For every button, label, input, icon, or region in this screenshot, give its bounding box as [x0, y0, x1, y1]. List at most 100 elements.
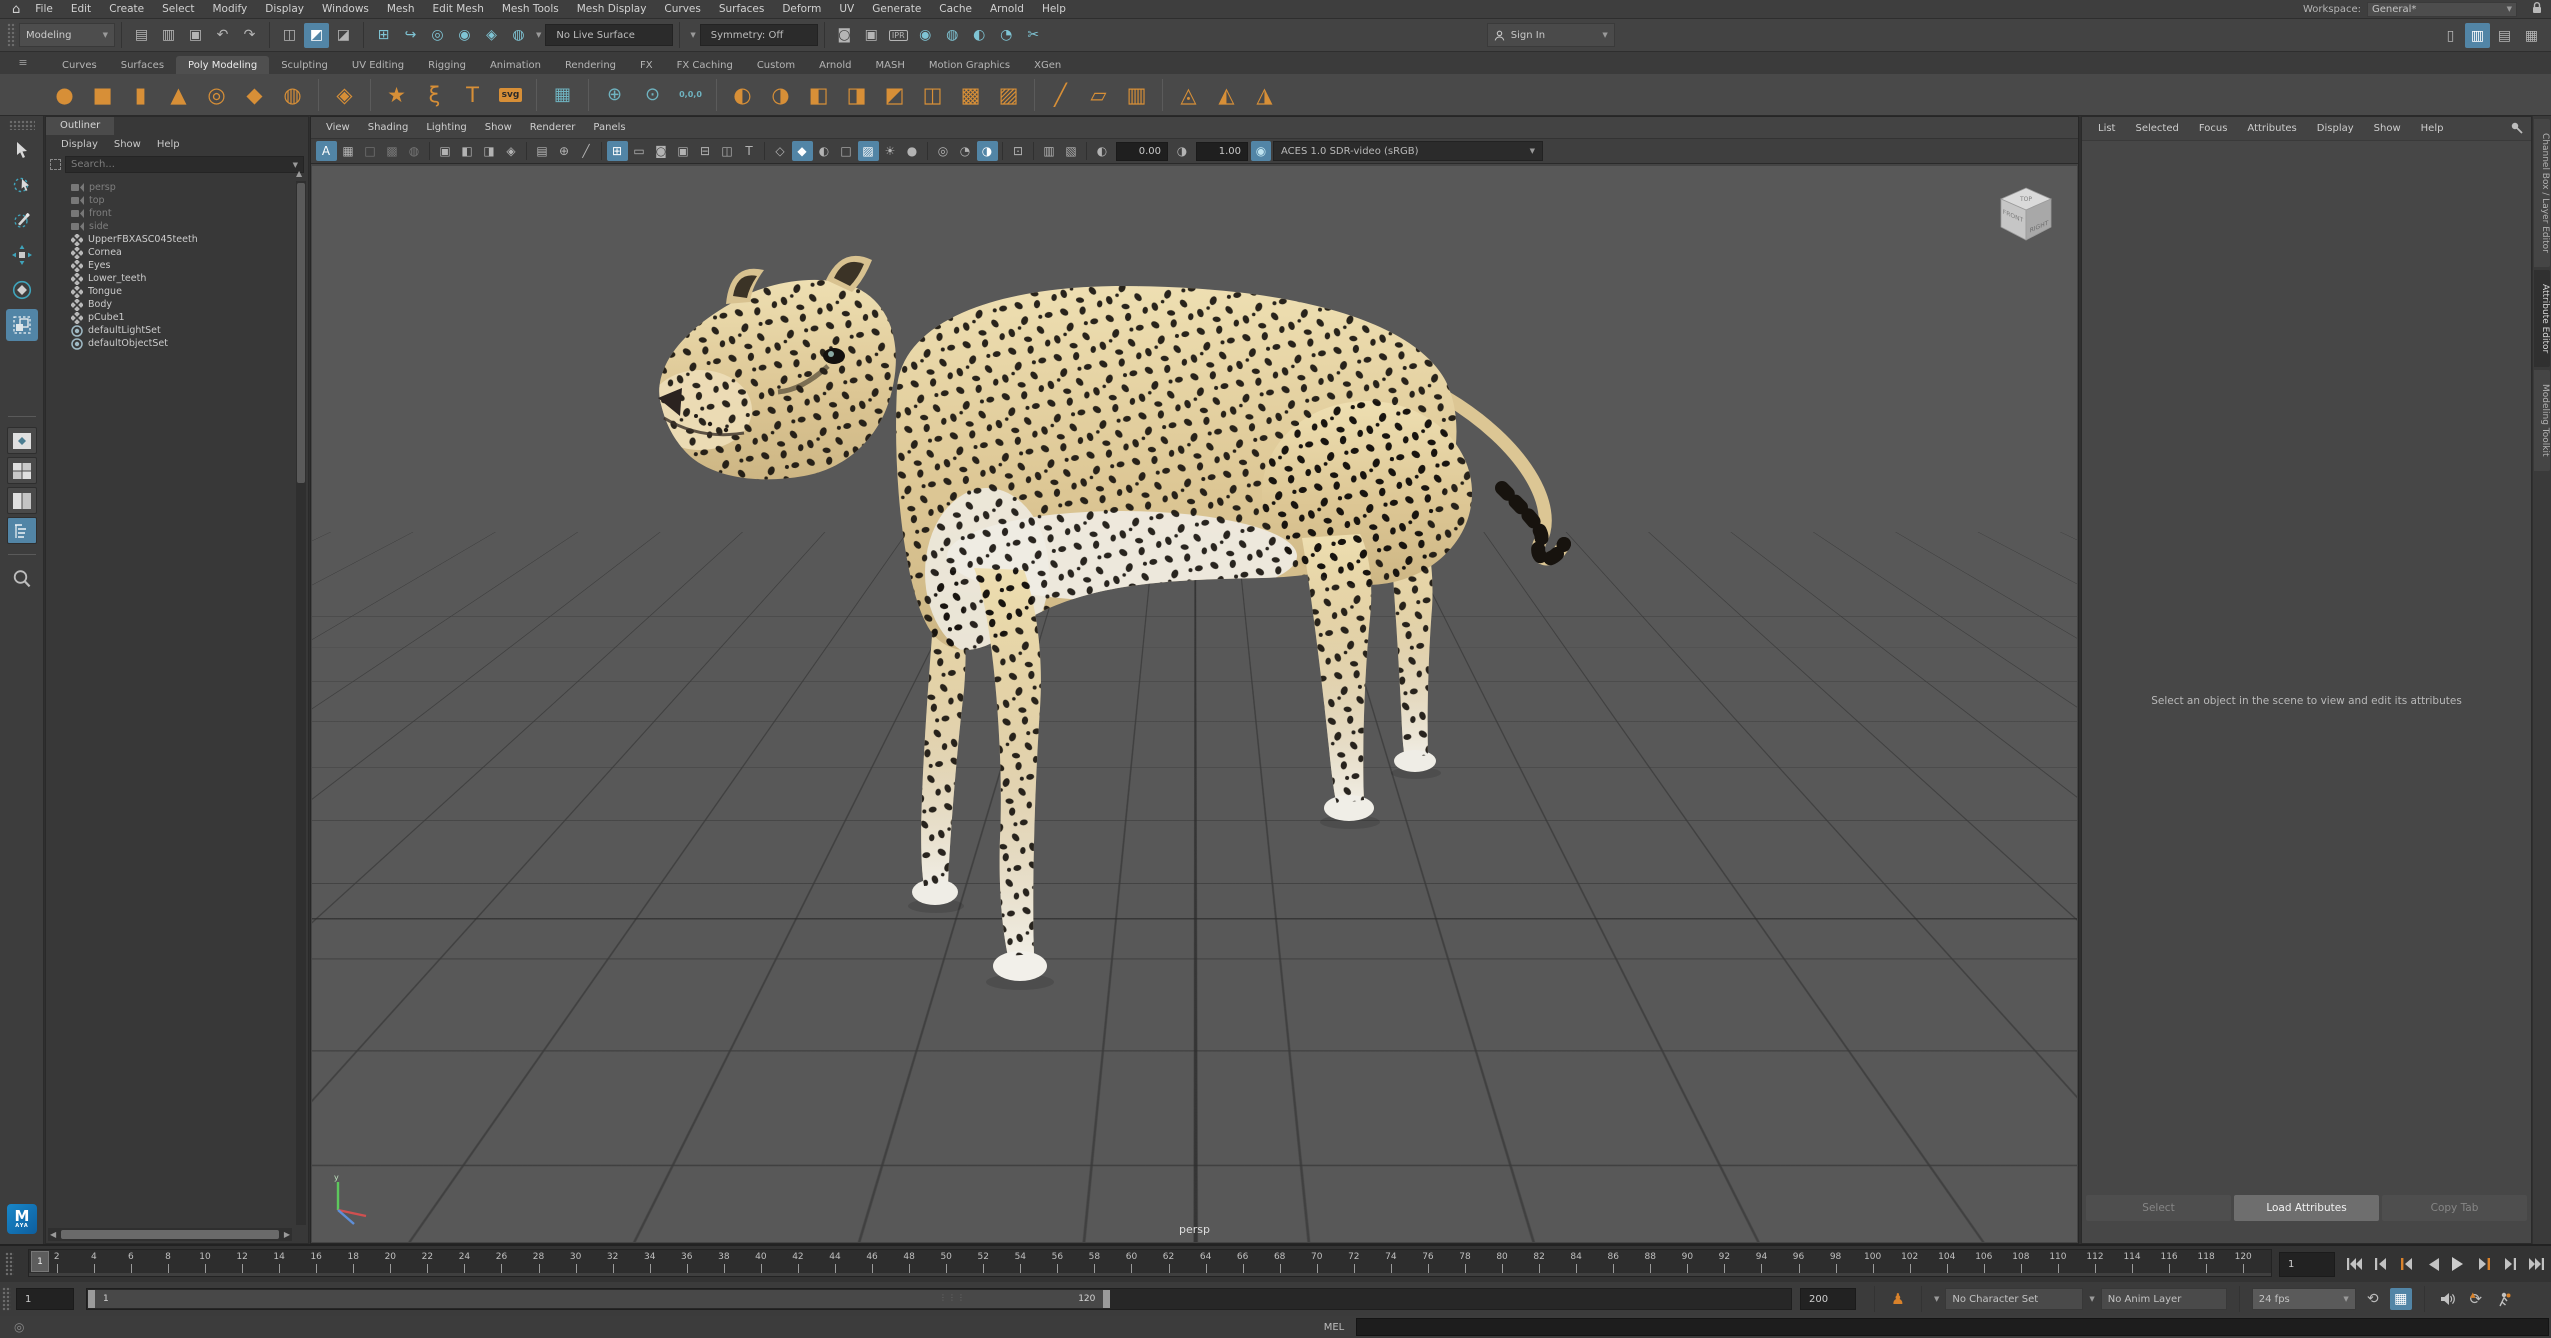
smooth-shade-icon[interactable]: ◆ — [792, 141, 813, 161]
outliner-vertical-scrollbar[interactable]: ▲ — [296, 181, 306, 1225]
outliner-item-defaultlightset[interactable]: defaultLightSet — [47, 324, 294, 337]
isolate-select-icon[interactable]: ⊡ — [1008, 141, 1029, 161]
snap-to-curve-icon[interactable]: ↪ — [398, 23, 423, 48]
ipr-render-icon[interactable]: IPR — [886, 23, 911, 48]
grease-pencil-icon[interactable]: ╱ — [576, 141, 597, 161]
xray-joints-icon[interactable]: ▧ — [1061, 141, 1082, 161]
shadows-icon[interactable]: ● — [902, 141, 923, 161]
gamma-field[interactable]: 1.00 — [1196, 142, 1248, 161]
chevron-down-icon[interactable]: ▼ — [536, 31, 541, 39]
default-material-icon[interactable]: □ — [360, 141, 381, 161]
scroll-up-icon[interactable]: ▲ — [296, 169, 302, 178]
menu-curves[interactable]: Curves — [655, 0, 709, 18]
single-pane-layout-button[interactable] — [7, 427, 37, 454]
play-forwards-button[interactable] — [2446, 1251, 2471, 1277]
shelf-tab-custom[interactable]: Custom — [745, 56, 807, 74]
outliner-item-cornea[interactable]: Cornea — [47, 246, 294, 259]
bookmark-icon[interactable]: ◈ — [501, 141, 522, 161]
drag-handle[interactable] — [9, 120, 35, 130]
boolean-difference-icon[interactable]: ◑ — [762, 76, 799, 113]
outliner-menu-help[interactable]: Help — [150, 139, 187, 150]
channelbox-toggle-icon[interactable]: ▤ — [2492, 23, 2517, 48]
menu-set-select[interactable]: Modeling ▼ — [19, 23, 115, 47]
xray-icon[interactable]: ▥ — [1039, 141, 1060, 161]
open-render-view-icon[interactable]: ◙ — [832, 23, 857, 48]
modeling-toolkit-icon[interactable]: ▦ — [544, 76, 581, 113]
shelf-tab-surfaces[interactable]: Surfaces — [109, 56, 176, 74]
viewport-menu-shading[interactable]: Shading — [359, 122, 418, 133]
ae-menu-attributes[interactable]: Attributes — [2237, 123, 2306, 134]
menu-mesh-display[interactable]: Mesh Display — [568, 0, 656, 18]
side-tab-attribute-editor[interactable]: Attribute Editor — [2534, 270, 2550, 367]
snap-to-point-icon[interactable]: ◎ — [425, 23, 450, 48]
camera-attributes-icon[interactable]: ◨ — [479, 141, 500, 161]
smooth-icon[interactable]: ▩ — [952, 76, 989, 113]
multi-cut-icon[interactable]: ╱ — [1042, 76, 1079, 113]
shelf-tab-curves[interactable]: Curves — [50, 56, 109, 74]
pin-icon[interactable] — [2510, 121, 2523, 137]
color-management-icon[interactable]: ◉ — [1251, 141, 1271, 161]
screen-space-ao-icon[interactable]: ◎ — [933, 141, 954, 161]
current-frame-field[interactable]: 1 — [2279, 1252, 2335, 1277]
insert-edge-loop-icon[interactable]: ▥ — [1118, 76, 1155, 113]
character-set-key-icon[interactable]: ♟ — [1887, 1288, 1909, 1310]
four-pane-layout-button[interactable] — [7, 457, 37, 484]
workspace-select[interactable]: General* ▼ — [2367, 2, 2517, 17]
ae-menu-selected[interactable]: Selected — [2125, 123, 2188, 134]
menu-cache[interactable]: Cache — [930, 0, 981, 18]
maya-home-icon[interactable]: ⌂ — [6, 2, 26, 17]
bridge-icon[interactable]: ◭ — [1208, 76, 1245, 113]
auto-key-icon[interactable] — [2493, 1288, 2515, 1310]
grid-icon[interactable]: ⊞ — [607, 141, 628, 161]
menu-display[interactable]: Display — [256, 0, 313, 18]
redo-icon[interactable]: ↷ — [237, 23, 262, 48]
scrollbar-thumb[interactable] — [297, 183, 305, 483]
film-gate-icon[interactable]: ▭ — [629, 141, 650, 161]
shelf-tab-arnold[interactable]: Arnold — [807, 56, 863, 74]
shelf-tab-rigging[interactable]: Rigging — [416, 56, 478, 74]
cached-playback-icon[interactable]: ⟳▲ — [2465, 1288, 2487, 1310]
poly-cylinder-icon[interactable]: ▮ — [122, 76, 159, 113]
menu-mesh-tools[interactable]: Mesh Tools — [493, 0, 568, 18]
animation-start-field[interactable]: 1 — [16, 1288, 74, 1310]
range-slider-groove[interactable]: 1 120 ⋮⋮⋮ — [86, 1288, 1792, 1310]
chevron-down-icon[interactable]: ▼ — [1934, 1295, 1939, 1303]
step-forward-frame-button[interactable] — [2498, 1251, 2523, 1277]
field-chart-icon[interactable]: ⊟ — [695, 141, 716, 161]
render-settings-icon[interactable]: ◍ — [940, 23, 965, 48]
shelf-tab-animation[interactable]: Animation — [478, 56, 553, 74]
workspace-lock-icon[interactable] — [2531, 1, 2543, 18]
separate-icon[interactable]: ◨ — [838, 76, 875, 113]
menu-select[interactable]: Select — [153, 0, 203, 18]
help-icon[interactable]: ◎ — [14, 1320, 24, 1334]
resolution-gate-icon[interactable]: ◙ — [651, 141, 672, 161]
outliner-item-upperfbxasc045teeth[interactable]: UpperFBXASC045teeth — [47, 233, 294, 246]
paint-selection-tool[interactable] — [6, 204, 38, 236]
shelf-tab-poly-modeling[interactable]: Poly Modeling — [176, 56, 269, 74]
command-line-input[interactable] — [1356, 1318, 2549, 1336]
poly-cube-icon[interactable]: ■ — [84, 76, 121, 113]
new-scene-icon[interactable]: ▤ — [129, 23, 154, 48]
play-backwards-button[interactable] — [2420, 1251, 2445, 1277]
scale-tool[interactable] — [6, 309, 38, 341]
flat-shade-icon[interactable]: ◐ — [814, 141, 835, 161]
render-sequence-icon[interactable]: ◉ — [913, 23, 938, 48]
outliner-menu-display[interactable]: Display — [54, 139, 105, 150]
outliner-horizontal-scrollbar[interactable]: ◀ ▶ — [48, 1228, 292, 1241]
magnifier-icon[interactable] — [7, 565, 37, 592]
select-button[interactable]: Select — [2086, 1195, 2231, 1221]
viewport-menu-view[interactable]: View — [317, 122, 359, 133]
outliner-item-tongue[interactable]: Tongue — [47, 285, 294, 298]
menu-surfaces[interactable]: Surfaces — [710, 0, 773, 18]
chevron-down-icon[interactable]: ▼ — [2089, 1295, 2094, 1303]
select-camera-icon[interactable]: ▣ — [435, 141, 456, 161]
command-language-toggle[interactable]: MEL — [1312, 1322, 1356, 1333]
textures-icon[interactable]: ▨ — [858, 141, 879, 161]
poly-type-text-icon[interactable]: T — [454, 76, 491, 113]
save-scene-icon[interactable]: ▣ — [183, 23, 208, 48]
drag-handle[interactable] — [2, 1287, 11, 1311]
character-set-select[interactable]: No Character Set — [1945, 1288, 2083, 1310]
outliner-title[interactable]: Outliner — [46, 117, 114, 135]
scroll-right-icon[interactable]: ▶ — [282, 1230, 292, 1239]
extrude-icon[interactable]: ◮ — [1246, 76, 1283, 113]
